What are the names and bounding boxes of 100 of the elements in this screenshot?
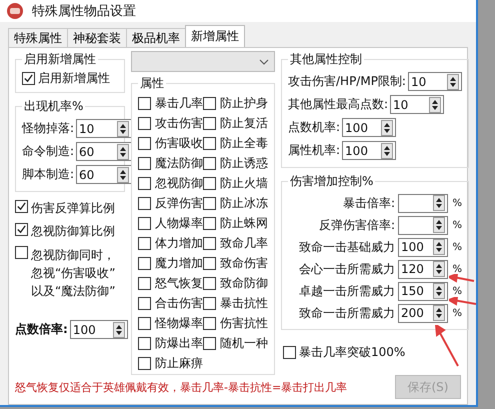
checkbox[interactable] [203, 96, 216, 110]
checkbox[interactable] [203, 296, 216, 310]
unit-label: % [451, 264, 462, 274]
checkbox-label: 暴击几率 [155, 94, 203, 112]
checkbox[interactable] [22, 72, 35, 85]
checkbox[interactable] [203, 196, 216, 210]
chevron-down-icon [259, 58, 269, 64]
tab[interactable]: 极品机率 [126, 28, 186, 47]
spin-arrows-icon[interactable] [432, 239, 445, 255]
spin-arrows-icon[interactable] [432, 195, 445, 211]
spin-arrows-icon[interactable] [117, 166, 130, 182]
checkbox-label: 防止复活 [220, 114, 268, 132]
checkbox[interactable] [203, 236, 216, 250]
spin-field[interactable]: 100 [398, 238, 448, 256]
checkbox-label: 致命防御 [220, 274, 268, 292]
checkbox[interactable] [203, 156, 216, 170]
group-title: 伤害增加控制% [289, 173, 374, 190]
tab[interactable]: 神秘套装 [67, 28, 127, 47]
spin-field[interactable]: 10 [408, 72, 462, 91]
checkbox-label: 防爆出率 [155, 334, 203, 352]
checkbox[interactable] [138, 216, 151, 230]
note-text: 怒气恢复仅适合于英雄佩戴有效，暴击几率-暴击抗性=暴击打出几率 [15, 380, 348, 394]
checkbox[interactable] [283, 346, 296, 359]
checkbox[interactable] [15, 223, 28, 236]
checkbox[interactable] [138, 116, 151, 130]
checkbox-label: 防止麻痹 [155, 354, 203, 372]
checkbox[interactable] [138, 256, 151, 270]
checkbox-label: 致命几率 [220, 234, 268, 252]
field-label: 致命一击基础威力 [298, 238, 395, 256]
checkbox[interactable] [203, 256, 216, 270]
checkbox[interactable] [138, 236, 151, 250]
checkbox[interactable] [203, 276, 216, 290]
field-label: 致命一击所需威力 [298, 304, 395, 322]
unit-label: % [451, 242, 462, 252]
arrow [449, 274, 475, 283]
group-title: 启用新增属性 [23, 51, 97, 68]
spin-arrows-icon[interactable] [112, 322, 125, 338]
spin-arrows-icon[interactable] [381, 142, 394, 158]
checkbox[interactable] [138, 296, 151, 310]
spin-field[interactable]: 100 [342, 118, 396, 137]
spin-field[interactable]: 10 [390, 95, 444, 114]
checkbox-label: 忽视防御算比例 [31, 223, 115, 240]
checkbox-label: 人物爆率 [155, 214, 203, 232]
checkbox-label: 体力增加 [155, 234, 203, 252]
checkbox[interactable] [138, 176, 151, 190]
checkbox[interactable] [138, 316, 151, 330]
spin-arrows-icon[interactable] [429, 96, 442, 112]
arrow [434, 325, 460, 367]
field-label: 暴击倍率: [342, 194, 395, 212]
spin-arrows-icon[interactable] [117, 120, 130, 136]
checkbox[interactable] [138, 336, 151, 350]
spin-arrows-icon[interactable] [432, 217, 445, 233]
spin-field[interactable]: 150 [398, 282, 448, 300]
checkbox[interactable] [203, 116, 216, 130]
spin-arrows-icon[interactable] [432, 305, 445, 321]
field-label: 其他属性最高点数: [288, 96, 388, 113]
group-title: 出现机率% [23, 98, 84, 115]
checkbox[interactable] [138, 156, 151, 170]
spin-arrows-icon[interactable] [446, 74, 459, 90]
field-label: 命令制造: [22, 143, 74, 160]
checkbox-label: 伤害吸收 [155, 134, 203, 152]
checkbox-label: 反弹伤害 [155, 194, 203, 212]
checkbox[interactable] [15, 200, 28, 213]
spin-field[interactable]: 200 [398, 304, 448, 322]
checkbox[interactable] [203, 176, 216, 190]
checkbox[interactable] [203, 316, 216, 330]
checkbox[interactable] [203, 136, 216, 150]
spin-field[interactable]: 100 [342, 141, 396, 160]
spin-field[interactable]: 60 [76, 142, 132, 161]
spin-arrows-icon[interactable] [117, 144, 130, 160]
checkbox-label: 忽视防御 [155, 174, 203, 192]
checkbox-label: 防止冰冻 [220, 194, 268, 212]
window-title: 特殊属性物品设置 [32, 3, 136, 20]
spin-arrows-icon[interactable] [432, 261, 445, 277]
checkbox[interactable] [138, 136, 151, 150]
checkbox-label: 致命伤害 [220, 254, 268, 272]
spin-field[interactable]: 120 [398, 260, 448, 278]
field-label: 怪物掉落: [22, 120, 74, 137]
spin-field[interactable]: 10 [76, 119, 132, 138]
checkbox[interactable] [203, 216, 216, 230]
tab[interactable]: 特殊属性 [8, 28, 68, 47]
spin-arrows-icon[interactable] [381, 120, 394, 136]
group-title: 属性 [139, 75, 165, 92]
unit-label: % [451, 286, 462, 296]
spin-arrows-icon[interactable] [432, 283, 445, 299]
checkbox[interactable] [138, 96, 151, 110]
spin-field[interactable]: 100 [70, 320, 128, 339]
checkbox[interactable] [203, 336, 216, 350]
checkbox-label: 启用新增属性 [38, 70, 110, 87]
checkbox-label: 怪物爆率 [155, 314, 203, 332]
unit-label: % [451, 198, 462, 208]
tab[interactable]: 新增属性 [185, 25, 245, 47]
checkbox[interactable] [15, 246, 28, 259]
spin-field[interactable] [398, 194, 448, 212]
field-label: 反弹伤害倍率: [318, 216, 395, 234]
spin-field[interactable] [398, 216, 448, 234]
checkbox[interactable] [138, 196, 151, 210]
checkbox[interactable] [138, 356, 151, 370]
checkbox[interactable] [138, 276, 151, 290]
spin-field[interactable]: 60 [76, 165, 132, 184]
